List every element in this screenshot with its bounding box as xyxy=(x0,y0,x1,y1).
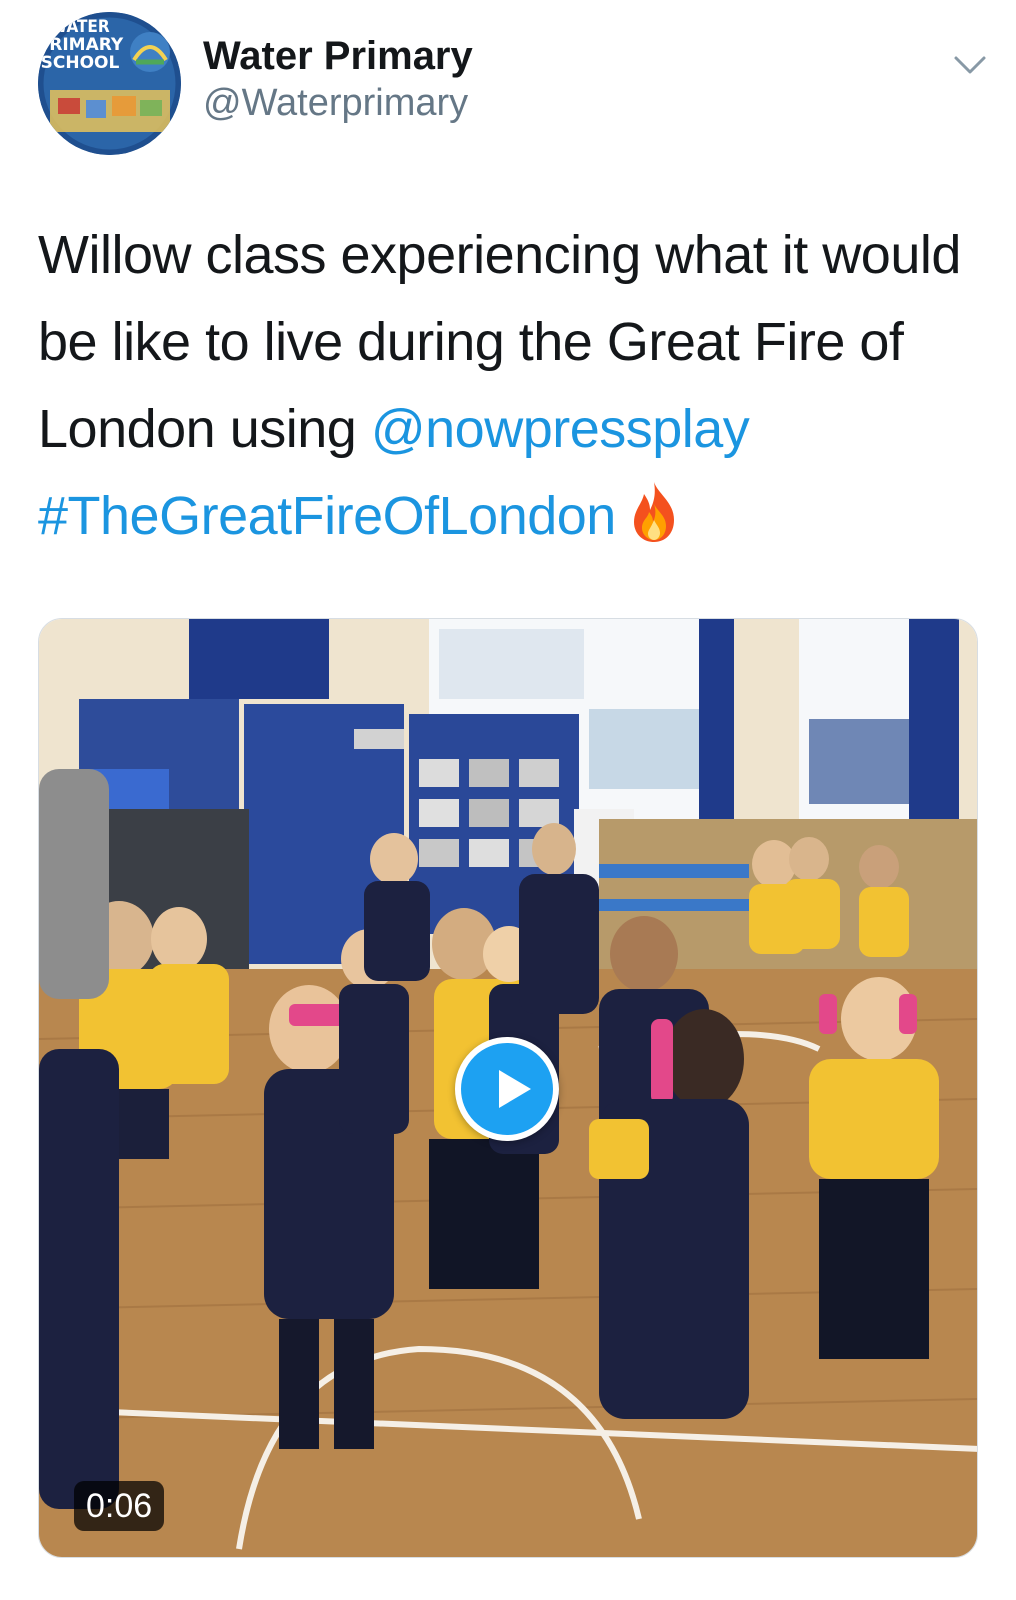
avatar-logo-line-1: WATER xyxy=(50,17,110,37)
play-button[interactable] xyxy=(455,1037,559,1141)
chevron-down-icon[interactable] xyxy=(950,50,990,80)
avatar-logo-line-3: SCHOOL xyxy=(41,53,120,73)
video-duration: 0:06 xyxy=(74,1481,165,1531)
play-icon xyxy=(499,1070,531,1108)
tweet-text: Willow class experiencing what it would … xyxy=(38,212,978,560)
display-name[interactable]: Water Primary xyxy=(203,34,473,78)
hashtag-link[interactable]: #TheGreatFireOfLondon xyxy=(38,486,616,546)
user-handle[interactable]: @Waterprimary xyxy=(203,78,473,128)
avatar[interactable]: WATER PRIMARY SCHOOL xyxy=(38,12,181,155)
video-player[interactable]: 0:06 xyxy=(38,618,978,1558)
author-names: Water Primary @Waterprimary xyxy=(203,34,473,128)
school-logo: WATER PRIMARY SCHOOL xyxy=(38,12,181,155)
avatar-logo-line-2: PRIMARY xyxy=(38,35,124,55)
mention-link[interactable]: @nowpressplay xyxy=(371,399,750,459)
tweet-header: WATER PRIMARY SCHOOL Water Primary @Wate… xyxy=(38,12,998,157)
fire-emoji-icon xyxy=(628,480,680,544)
